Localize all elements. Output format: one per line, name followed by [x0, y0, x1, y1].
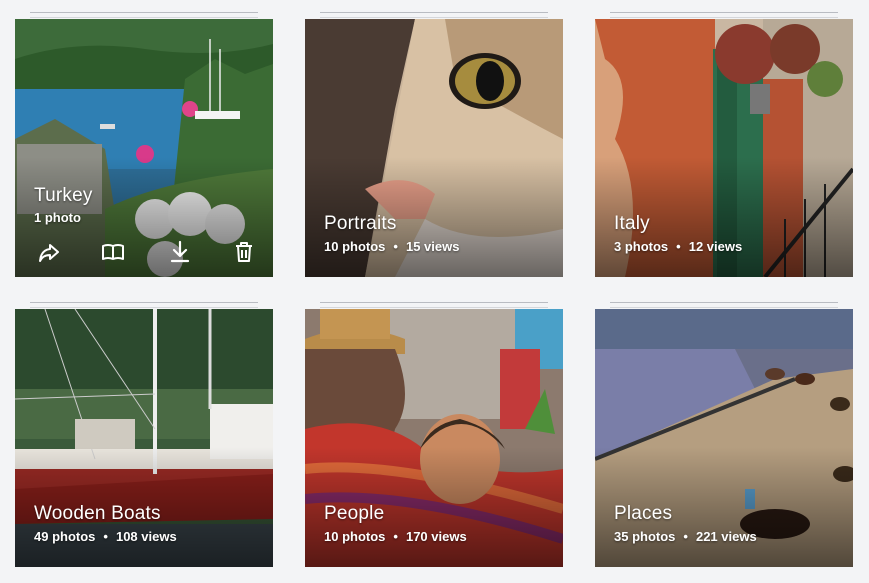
album-card-portraits[interactable]: Portraits 10 photos • 15 views	[305, 19, 563, 277]
meta-separator: •	[393, 239, 398, 254]
album-title: Portraits	[324, 213, 397, 234]
album-meta: 49 photos • 108 views	[34, 529, 177, 544]
album-card-wooden-boats[interactable]: Wooden Boats 49 photos • 108 views	[15, 309, 273, 567]
photo-count: 10 photos	[324, 529, 386, 544]
album-stack-lines	[320, 12, 548, 18]
photo-count: 49 photos	[34, 529, 96, 544]
album-meta: 10 photos • 15 views	[324, 239, 459, 254]
meta-separator: •	[103, 529, 108, 544]
meta-separator: •	[676, 239, 681, 254]
photo-count: 35 photos	[614, 529, 676, 544]
album-meta: 35 photos • 221 views	[614, 529, 757, 544]
album-title: Italy	[614, 213, 650, 234]
view-count: 108 views	[115, 529, 177, 544]
album-card-italy[interactable]: Italy 3 photos • 12 views	[595, 19, 853, 277]
view-count: 15 views	[405, 239, 460, 254]
album-actions	[15, 239, 273, 269]
album-title: Turkey	[34, 185, 93, 206]
view-count: 221 views	[695, 529, 757, 544]
album-card-people[interactable]: People 10 photos • 170 views	[305, 309, 563, 567]
meta-separator: •	[393, 529, 398, 544]
album-card-places[interactable]: Places 35 photos • 221 views	[595, 309, 853, 567]
album-meta: 1 photo	[34, 210, 81, 225]
album-stack-lines	[30, 302, 258, 308]
album-stack-lines	[610, 12, 838, 18]
meta-separator: •	[683, 529, 688, 544]
album-title: Places	[614, 503, 673, 524]
book-icon[interactable]	[100, 239, 126, 265]
photo-count: 10 photos	[324, 239, 386, 254]
album-meta: 10 photos • 170 views	[324, 529, 467, 544]
album-stack-lines	[320, 302, 548, 308]
trash-icon[interactable]	[231, 239, 257, 265]
share-icon[interactable]	[36, 239, 62, 265]
album-stack-lines	[30, 12, 258, 18]
photo-count: 1 photo	[34, 210, 81, 225]
album-title: People	[324, 503, 385, 524]
album-title: Wooden Boats	[34, 503, 161, 524]
album-stack-lines	[610, 302, 838, 308]
photo-count: 3 photos	[614, 239, 669, 254]
view-count: 170 views	[405, 529, 467, 544]
view-count: 12 views	[688, 239, 743, 254]
album-card-turkey[interactable]: Turkey 1 photo	[15, 19, 273, 277]
download-icon[interactable]	[167, 239, 193, 265]
album-meta: 3 photos • 12 views	[614, 239, 742, 254]
